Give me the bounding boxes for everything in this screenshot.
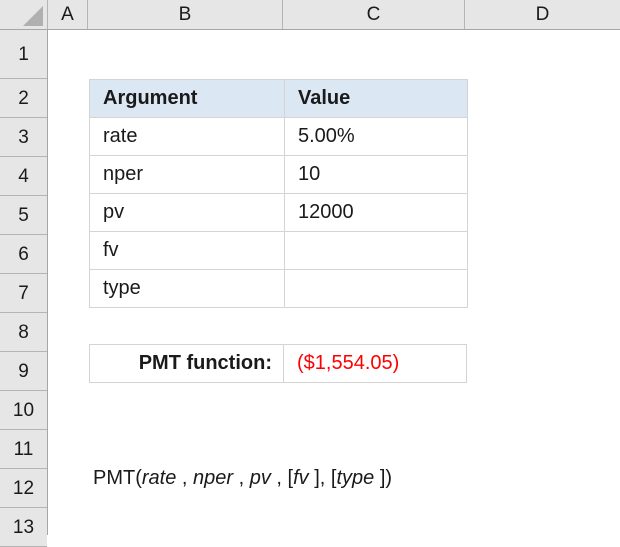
syntax-function-open: PMT( xyxy=(93,466,142,489)
column-header-b[interactable]: B xyxy=(88,0,283,29)
row-header-11[interactable]: 11 xyxy=(0,430,47,469)
row-header-10[interactable]: 10 xyxy=(0,391,47,430)
row-header-2[interactable]: 2 xyxy=(0,79,47,118)
table-header-row: Argument Value xyxy=(89,79,468,118)
table-header-value: Value xyxy=(284,79,468,118)
row-header-9[interactable]: 9 xyxy=(0,352,47,391)
table-row[interactable]: pv 12000 xyxy=(89,193,468,232)
pmt-result-row: PMT function: ($1,554.05) xyxy=(89,344,467,383)
row-header-5[interactable]: 5 xyxy=(0,196,47,235)
pmt-syntax-line: PMT(rate , nper , pv , [fv ], [type ]) xyxy=(93,459,392,497)
row-header-1[interactable]: 1 xyxy=(0,30,47,79)
syntax-separator-4: ], [ xyxy=(308,466,337,489)
row-header-7[interactable]: 7 xyxy=(0,274,47,313)
cell-argument-nper[interactable]: nper xyxy=(89,155,285,194)
cell-argument-type[interactable]: type xyxy=(89,269,285,308)
pmt-result-label[interactable]: PMT function: xyxy=(89,344,284,383)
select-all-corner-button[interactable] xyxy=(0,0,48,29)
row-header-strip: 1 2 3 4 5 6 7 8 9 10 11 12 13 xyxy=(0,30,48,547)
cell-argument-pv[interactable]: pv xyxy=(89,193,285,232)
cell-value-type[interactable] xyxy=(284,269,468,308)
syntax-arg-fv: fv xyxy=(293,466,309,489)
cell-argument-fv[interactable]: fv xyxy=(89,231,285,270)
column-header-d[interactable]: D xyxy=(465,0,620,29)
spreadsheet-window: A B C D 1 2 3 4 5 6 7 8 9 10 11 12 13 Ar… xyxy=(0,0,620,547)
argument-value-table: Argument Value rate 5.00% nper 10 pv 120… xyxy=(89,79,468,308)
row-header-13[interactable]: 13 xyxy=(0,508,47,547)
cell-value-fv[interactable] xyxy=(284,231,468,270)
syntax-arg-pv: pv xyxy=(249,466,271,489)
column-header-c[interactable]: C xyxy=(283,0,465,29)
syntax-arg-rate: rate xyxy=(141,466,177,489)
table-row[interactable]: rate 5.00% xyxy=(89,117,468,156)
syntax-separator-1: , xyxy=(176,466,194,489)
column-header-strip: A B C D xyxy=(0,0,620,30)
syntax-separator-3: , [ xyxy=(270,466,294,489)
row-header-8[interactable]: 8 xyxy=(0,313,47,352)
cell-value-pv[interactable]: 12000 xyxy=(284,193,468,232)
syntax-arg-type: type xyxy=(336,466,375,489)
syntax-close: ]) xyxy=(374,466,393,489)
syntax-separator-2: , xyxy=(233,466,250,489)
row-header-4[interactable]: 4 xyxy=(0,157,47,196)
row-header-12[interactable]: 12 xyxy=(0,469,47,508)
pmt-result-value[interactable]: ($1,554.05) xyxy=(284,344,467,383)
column-header-a[interactable]: A xyxy=(48,0,88,29)
worksheet-canvas: Argument Value rate 5.00% nper 10 pv 120… xyxy=(49,31,620,535)
cell-value-nper[interactable]: 10 xyxy=(284,155,468,194)
table-header-argument: Argument xyxy=(89,79,285,118)
table-row[interactable]: type xyxy=(89,269,468,308)
row-header-3[interactable]: 3 xyxy=(0,118,47,157)
row-header-6[interactable]: 6 xyxy=(0,235,47,274)
cell-value-rate[interactable]: 5.00% xyxy=(284,117,468,156)
table-row[interactable]: fv xyxy=(89,231,468,270)
syntax-arg-nper: nper xyxy=(193,466,234,489)
cell-argument-rate[interactable]: rate xyxy=(89,117,285,156)
table-row[interactable]: nper 10 xyxy=(89,155,468,194)
select-all-triangle-icon xyxy=(23,6,43,26)
